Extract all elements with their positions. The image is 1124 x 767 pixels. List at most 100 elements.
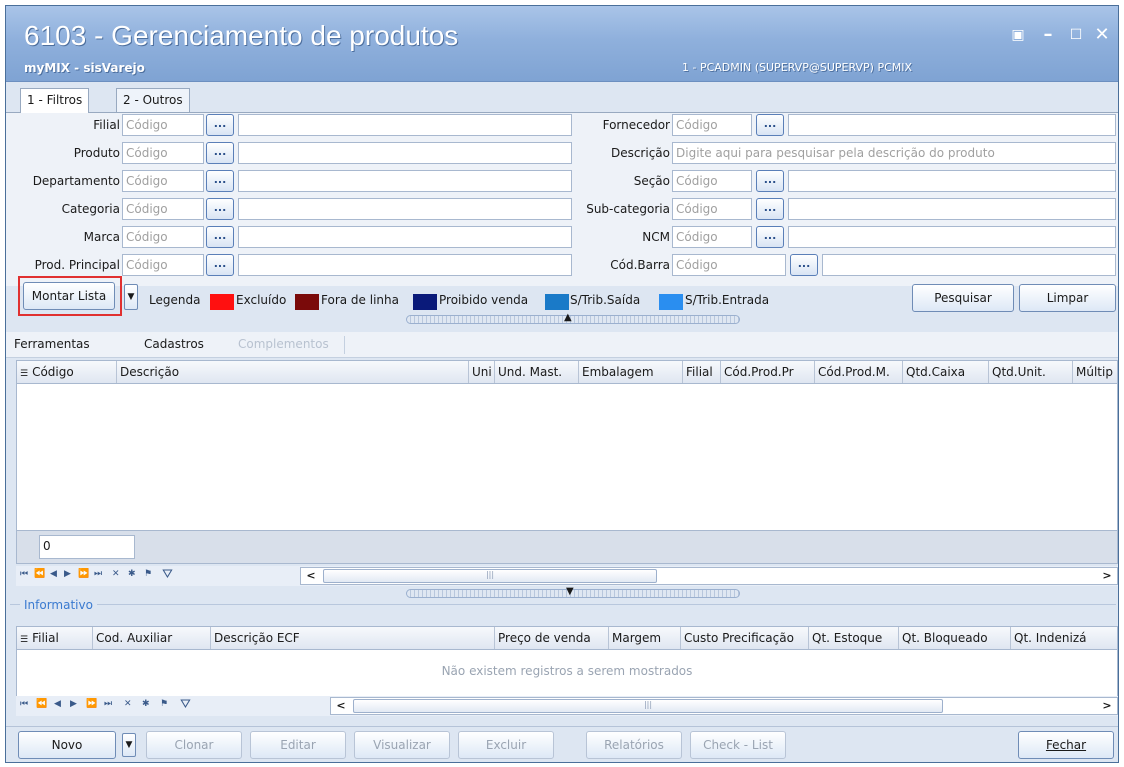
checklist-button[interactable]: Check - List [690,731,786,759]
clonar-button[interactable]: Clonar [146,731,242,759]
montar-lista-button[interactable]: Montar Lista [23,282,115,310]
main-horizontal-scrollbar[interactable]: < ||| > [300,567,1118,585]
info-col-qt-bloqueado[interactable]: Qt. Bloqueado [899,627,1011,649]
info-prev-record-icon[interactable]: ◀ [54,699,61,709]
sub-categoria-desc-field[interactable] [788,198,1116,220]
restore-icon[interactable]: ▣ [1006,24,1030,46]
info-horizontal-scrollbar[interactable]: < ||| > [330,697,1118,715]
maximize-icon[interactable]: ☐ [1064,24,1088,46]
visualizar-button[interactable]: Visualizar [354,731,450,759]
col-cod-prod-m[interactable]: Cód.Prod.M. [815,361,903,383]
info-first-page-icon[interactable]: ⏮ [20,699,28,709]
col-cod-prod-pr[interactable]: Cód.Prod.Pr [721,361,815,383]
refresh-icon[interactable]: ✱ [128,569,136,579]
limpar-button[interactable]: Limpar [1019,284,1116,312]
col-descricao[interactable]: Descrição [117,361,469,383]
col-codigo[interactable]: ☰ Código [17,361,117,383]
scroll-right-arrow[interactable]: > [1097,568,1117,584]
info-scroll-right-arrow[interactable]: > [1097,698,1117,714]
produto-code-input[interactable]: Código [122,142,204,164]
secao-lookup-button[interactable]: ... [756,170,784,192]
info-col-custo-precificacao[interactable]: Custo Precificação [681,627,809,649]
marca-code-input[interactable]: Código [122,226,204,248]
prod-principal-lookup-button[interactable]: ... [206,254,234,276]
scroll-left-arrow[interactable]: < [301,568,321,584]
fechar-button[interactable]: Fechar [1018,731,1114,759]
next-record-icon[interactable]: ▶ [64,569,71,579]
info-col-qt-estoque[interactable]: Qt. Estoque [809,627,899,649]
cod-barra-lookup-button[interactable]: ... [790,254,818,276]
marca-desc-field[interactable] [238,226,572,248]
title-bar[interactable]: 6103 - Gerenciamento de produtos myMIX -… [6,6,1118,82]
info-column-chooser-icon[interactable]: ☰ [20,635,28,645]
info-col-filial[interactable]: ☰ Filial [17,627,93,649]
excluir-button[interactable]: Excluir [458,731,554,759]
last-page-icon[interactable]: ⏭ [94,569,102,579]
info-col-preco-venda[interactable]: Preço de venda [495,627,609,649]
prod-principal-desc-field[interactable] [238,254,572,276]
secao-desc-field[interactable] [788,170,1116,192]
cancel-edit-icon[interactable]: ✕ [112,569,120,579]
filial-lookup-button[interactable]: ... [206,114,234,136]
ncm-lookup-button[interactable]: ... [756,226,784,248]
info-col-qt-indenizada[interactable]: Qt. Indenizá [1011,627,1119,649]
cod-barra-desc-field[interactable] [822,254,1116,276]
menu-cadastros[interactable]: Cadastros [144,337,204,351]
col-und-mast[interactable]: Und. Mast. [495,361,579,383]
info-grid-body[interactable]: Não existem registros a serem mostrados [16,650,1118,696]
info-next-record-icon[interactable]: ▶ [70,699,77,709]
relatorios-button[interactable]: Relatórios [586,731,682,759]
chevron-up-icon[interactable]: ▲ [564,312,572,323]
ncm-desc-field[interactable] [788,226,1116,248]
tab-outros[interactable]: 2 - Outros [116,88,190,112]
fornecedor-desc-field[interactable] [788,114,1116,136]
next-page-icon[interactable]: ⏩ [78,569,89,579]
editar-button[interactable]: Editar [250,731,346,759]
menu-ferramentas[interactable]: Ferramentas [14,337,90,351]
categoria-code-input[interactable]: Código [122,198,204,220]
info-col-descricao-ecf[interactable]: Descrição ECF [211,627,495,649]
novo-button[interactable]: Novo [18,731,116,759]
col-qtd-caixa[interactable]: Qtd.Caixa [903,361,989,383]
filial-code-input[interactable]: Código [122,114,204,136]
info-refresh-icon[interactable]: ✱ [142,699,150,709]
tab-filtros[interactable]: 1 - Filtros [20,88,90,113]
col-multiplo[interactable]: Múltip [1073,361,1119,383]
marca-lookup-button[interactable]: ... [206,226,234,248]
info-scroll-left-arrow[interactable]: < [331,698,351,714]
main-scroll-thumb[interactable]: ||| [323,569,657,583]
info-bookmark-icon[interactable]: ⚑ [160,699,168,709]
info-scroll-thumb[interactable]: ||| [353,699,943,713]
bookmark-icon[interactable]: ⚑ [144,569,152,579]
info-prev-page-icon[interactable]: ⏪ [36,699,47,709]
prev-record-icon[interactable]: ◀ [50,569,57,579]
minimize-icon[interactable]: – [1036,24,1060,46]
info-col-cod-auxiliar[interactable]: Cod. Auxiliar [93,627,211,649]
categoria-desc-field[interactable] [238,198,572,220]
categoria-lookup-button[interactable]: ... [206,198,234,220]
col-embalagem[interactable]: Embalagem [579,361,683,383]
info-next-page-icon[interactable]: ⏩ [86,699,97,709]
collapse-filters-splitter[interactable] [406,315,740,324]
prev-page-icon[interactable]: ⏪ [34,569,45,579]
novo-dropdown[interactable]: ▼ [122,733,136,757]
col-qtd-unit[interactable]: Qtd.Unit. [989,361,1073,383]
prod-principal-code-input[interactable]: Código [122,254,204,276]
close-icon[interactable]: ✕ [1090,24,1114,46]
sub-categoria-code-input[interactable]: Código [672,198,752,220]
column-chooser-icon[interactable]: ☰ [20,369,28,379]
col-uni[interactable]: Uni [469,361,495,383]
chevron-down-icon[interactable]: ▼ [566,586,574,597]
produto-desc-field[interactable] [238,142,572,164]
ncm-code-input[interactable]: Código [672,226,752,248]
fornecedor-code-input[interactable]: Código [672,114,752,136]
produto-lookup-button[interactable]: ... [206,142,234,164]
filial-desc-field[interactable] [238,114,572,136]
info-cancel-edit-icon[interactable]: ✕ [124,699,132,709]
menu-complementos[interactable]: Complementos [238,337,329,351]
pesquisar-button[interactable]: Pesquisar [912,284,1014,312]
filter-icon[interactable]: ⛛ [162,567,173,582]
departamento-lookup-button[interactable]: ... [206,170,234,192]
fornecedor-lookup-button[interactable]: ... [756,114,784,136]
info-filter-icon[interactable]: ⛛ [180,697,191,712]
